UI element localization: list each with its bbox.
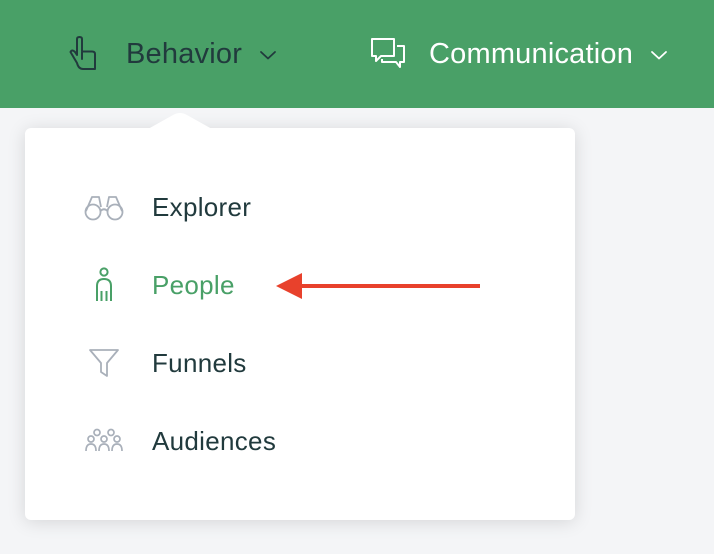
person-icon — [81, 265, 127, 305]
menu-item-explorer[interactable]: Explorer — [81, 185, 251, 229]
chevron-down-icon — [259, 48, 277, 60]
menu-item-label: Audiences — [152, 425, 277, 456]
funnel-icon — [81, 343, 127, 383]
annotation-arrow — [276, 273, 480, 299]
menu-item-people[interactable]: People — [81, 263, 235, 307]
binoculars-icon — [81, 187, 127, 227]
menu-item-label: Explorer — [152, 191, 252, 222]
nav-behavior-label: Behavior — [126, 37, 243, 70]
nav-behavior[interactable]: Behavior — [66, 0, 277, 108]
menu-item-label: People — [152, 269, 235, 300]
top-navigation-bar: Behavior Communication — [0, 0, 714, 108]
behavior-dropdown-menu: Explorer People Funnels Audiences — [25, 128, 575, 520]
chevron-down-icon — [650, 48, 668, 60]
menu-item-funnels[interactable]: Funnels — [81, 341, 247, 385]
menu-item-label: Funnels — [152, 347, 247, 378]
nav-communication[interactable]: Communication — [370, 0, 668, 108]
menu-item-audiences[interactable]: Audiences — [81, 419, 276, 463]
nav-communication-label: Communication — [429, 37, 634, 70]
dropdown-caret — [148, 113, 212, 129]
chat-bubbles-icon — [370, 36, 406, 72]
pointing-hand-icon — [66, 36, 102, 72]
group-icon — [81, 421, 127, 461]
